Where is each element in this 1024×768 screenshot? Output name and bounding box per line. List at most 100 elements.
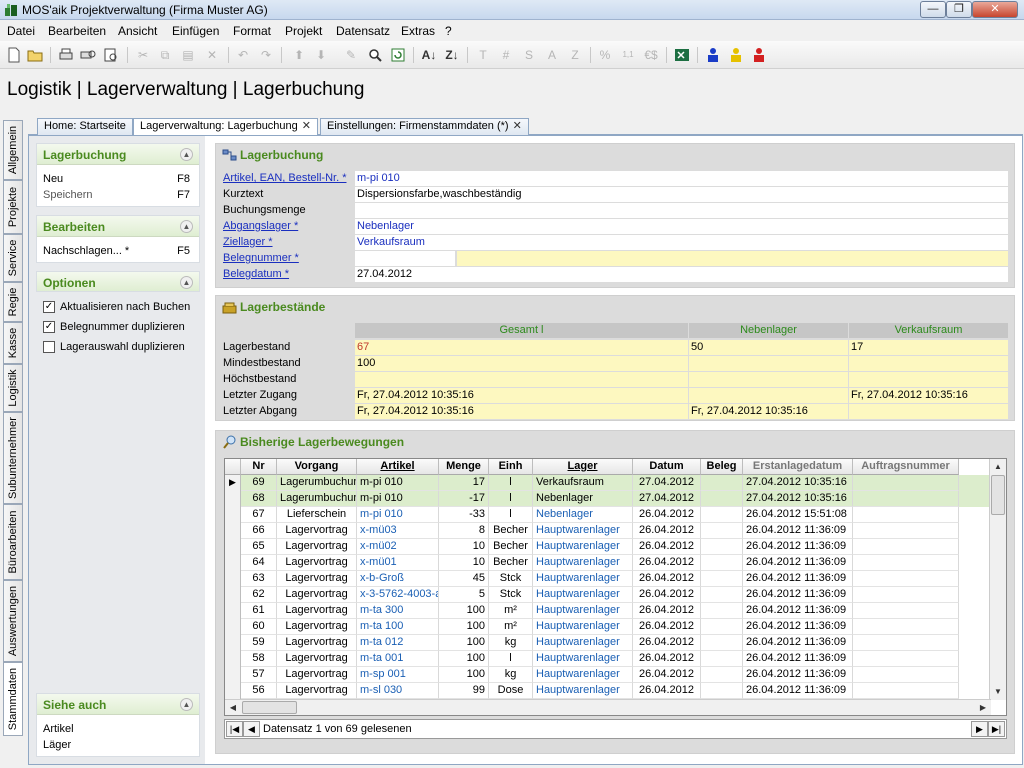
sort-asc-icon[interactable]: A↓ <box>420 46 438 64</box>
row-indicator[interactable] <box>225 523 241 539</box>
move-up-icon[interactable]: ⬆ <box>290 46 308 64</box>
user-yellow-icon[interactable] <box>727 46 745 64</box>
option-belegnummer[interactable]: ✓ Belegnummer duplizieren <box>36 319 200 339</box>
delete-icon[interactable]: ✕ <box>203 46 221 64</box>
collapse-icon[interactable]: ▲ <box>180 276 193 289</box>
search-doc-icon[interactable] <box>102 46 120 64</box>
row-indicator[interactable] <box>225 619 241 635</box>
vtab-kasse[interactable]: Kasse <box>3 322 23 364</box>
tab-close-icon[interactable]: ✕ <box>513 120 522 132</box>
field-label[interactable]: Belegnummer * <box>223 252 299 264</box>
task-nachschlagen[interactable]: Nachschlagen... * F5 <box>37 243 199 259</box>
row-indicator[interactable]: ▶ <box>225 475 241 491</box>
column-header[interactable]: Nr <box>241 459 277 475</box>
row-indicator[interactable] <box>225 507 241 523</box>
vtab-auswertungen[interactable]: Auswertungen <box>3 580 23 662</box>
option-lagerauswahl[interactable]: Lagerauswahl duplizieren <box>36 339 200 359</box>
vtab-stammdaten[interactable]: Stammdaten <box>3 662 23 736</box>
table-row[interactable]: 61 Lagervortrag m-ta 300 100 m² Hauptwarenlag… <box>225 603 991 619</box>
table-row[interactable]: ▶69Lagerumbuchungm-pi 01017lVerkaufsraum… <box>225 475 991 491</box>
vtab-regie[interactable]: Regie <box>3 282 23 322</box>
field-label[interactable]: Artikel, EAN, Bestell-Nr. * <box>223 172 346 184</box>
row-indicator[interactable] <box>225 667 241 683</box>
menu-einfuegen[interactable]: Einfügen <box>172 24 219 38</box>
find-icon[interactable] <box>366 46 384 64</box>
menu-ansicht[interactable]: Ansicht <box>118 24 157 38</box>
table-row[interactable]: 66 Lagervortrag x-mü03 8 Becher Hauptwarenlag… <box>225 523 991 539</box>
collapse-icon[interactable]: ▲ <box>180 220 193 233</box>
table-row[interactable]: 60 Lagervortrag m-ta 100 100 m² Hauptwarenlag… <box>225 619 991 635</box>
scroll-thumb[interactable] <box>991 475 1005 515</box>
tab-firmenstammdaten[interactable]: Einstellungen: Firmenstammdaten (*) ✕ <box>320 118 529 135</box>
belegnummer-input[interactable] <box>355 251 455 266</box>
abgangslager-input[interactable]: Nebenlager <box>355 219 1008 234</box>
menu-bearbeiten[interactable]: Bearbeiten <box>48 24 106 38</box>
checkbox-checked[interactable]: ✓ <box>43 321 55 333</box>
menu-datensatz[interactable]: Datensatz <box>336 24 390 38</box>
row-indicator[interactable] <box>225 539 241 555</box>
vtab-subunternehmer[interactable]: Subunternehmer <box>3 412 23 504</box>
a-icon[interactable]: A <box>543 46 561 64</box>
vtab-allgemein[interactable]: Allgemein <box>3 120 23 180</box>
table-row[interactable]: 64 Lagervortrag x-mü01 10 Becher Hauptwarenla… <box>225 555 991 571</box>
scroll-thumb[interactable] <box>242 701 297 714</box>
move-down-icon[interactable]: ⬇ <box>312 46 330 64</box>
table-row[interactable]: 65 Lagervortrag x-mü02 10 Becher Hauptwarenla… <box>225 539 991 555</box>
section-header[interactable]: Siehe auch ▲ <box>37 694 199 715</box>
row-indicator[interactable] <box>225 587 241 603</box>
table-row[interactable]: 68Lagerumbuchungm-pi 010-17lNebenlager27… <box>225 491 991 507</box>
row-indicator[interactable] <box>225 603 241 619</box>
belegdatum-input[interactable]: 27.04.2012 <box>355 267 1008 282</box>
paste-icon[interactable]: ▤ <box>179 46 197 64</box>
menu-extras[interactable]: Extras <box>401 24 435 38</box>
nav-prev-icon[interactable]: ◀ <box>243 721 260 737</box>
sort-desc-icon[interactable]: Z↓ <box>443 46 461 64</box>
pen-icon[interactable]: ✎ <box>342 46 360 64</box>
table-row[interactable]: 63 Lagervortrag x-b-Groß 45 Stck Hauptwarenla… <box>225 571 991 587</box>
table-row[interactable]: 62 Lagervortrag x-3-5762-4003-a 5 Stck Hauptw… <box>225 587 991 603</box>
row-indicator[interactable] <box>225 571 241 587</box>
nav-last-icon[interactable]: ▶| <box>988 721 1005 737</box>
z-icon[interactable]: Z <box>566 46 584 64</box>
row-indicator[interactable] <box>225 651 241 667</box>
nav-first-icon[interactable]: |◀ <box>226 721 243 737</box>
column-header[interactable]: Artikel <box>357 459 439 475</box>
section-header[interactable]: Lagerbuchung ▲ <box>37 144 199 165</box>
decimals-icon[interactable]: 1,1 <box>619 46 637 64</box>
table-row[interactable]: 56 Lagervortrag m-sl 030 99 Dose Hauptwarenla… <box>225 683 991 699</box>
column-header[interactable]: Lager <box>533 459 633 475</box>
link-artikel[interactable]: Artikel <box>37 721 199 737</box>
row-indicator[interactable] <box>225 683 241 699</box>
menu-projekt[interactable]: Projekt <box>285 24 322 38</box>
scroll-left-icon[interactable]: ◀ <box>225 700 241 715</box>
task-speichern[interactable]: Speichern F7 <box>37 187 199 203</box>
redo-icon[interactable]: ↷ <box>257 46 275 64</box>
section-header[interactable]: Bearbeiten ▲ <box>37 216 199 237</box>
user-red-icon[interactable] <box>750 46 768 64</box>
collapse-icon[interactable]: ▲ <box>180 698 193 711</box>
column-header[interactable]: Auftragsnummer <box>853 459 959 475</box>
print-icon[interactable] <box>57 46 75 64</box>
vtab-service[interactable]: Service <box>3 234 23 282</box>
table-row[interactable]: 59 Lagervortrag m-ta 012 100 kg Hauptwarenlag… <box>225 635 991 651</box>
vtab-projekte[interactable]: Projekte <box>3 180 23 234</box>
scroll-up-icon[interactable]: ▲ <box>990 459 1006 475</box>
cut-icon[interactable]: ✂ <box>134 46 152 64</box>
tab-lagerbuchung[interactable]: Lagerverwaltung: Lagerbuchung ✕ <box>133 118 318 136</box>
ziellager-input[interactable]: Verkaufsraum <box>355 235 1008 250</box>
collapse-icon[interactable]: ▲ <box>180 148 193 161</box>
menu-help[interactable]: ? <box>445 24 452 38</box>
tab-close-icon[interactable]: ✕ <box>302 120 311 132</box>
scroll-down-icon[interactable]: ▼ <box>990 684 1006 700</box>
column-header[interactable]: Einh <box>489 459 533 475</box>
column-header[interactable]: Datum <box>633 459 701 475</box>
vtab-bueroarbeiten[interactable]: Büroarbeiten <box>3 504 23 580</box>
copy-icon[interactable]: ⧉ <box>156 46 174 64</box>
field-label[interactable]: Belegdatum * <box>223 268 289 280</box>
field-label[interactable]: Ziellager * <box>223 236 273 248</box>
table-row[interactable]: 67 Lieferschein m-pi 010 -33 l Nebenlager 26.0… <box>225 507 991 523</box>
s-icon[interactable]: S <box>520 46 538 64</box>
open-icon[interactable] <box>26 46 44 64</box>
maximize-button[interactable]: ❐ <box>946 1 972 18</box>
kurztext-input[interactable]: Dispersionsfarbe,waschbeständig <box>355 187 1008 202</box>
